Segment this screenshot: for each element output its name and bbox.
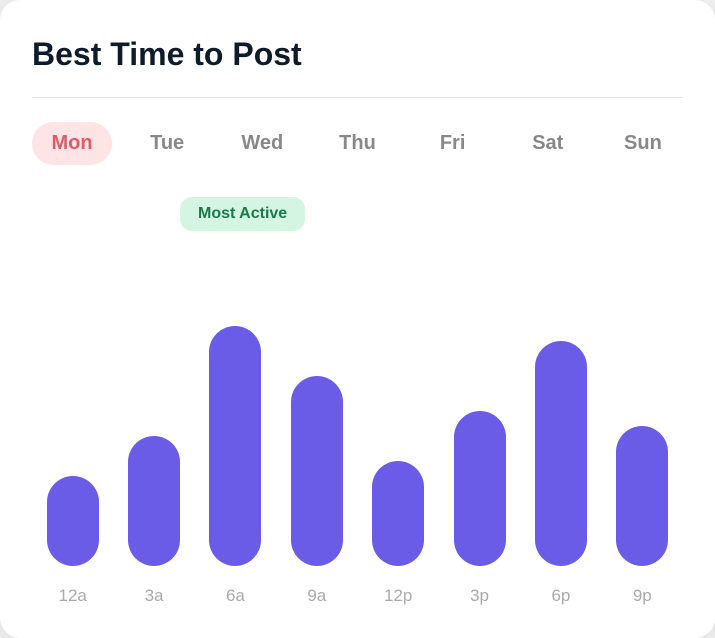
most-active-badge: Most Active	[180, 197, 305, 231]
bar-col-9p	[602, 426, 683, 566]
time-label-6p: 6p	[520, 586, 601, 606]
time-label-6a: 6a	[195, 586, 276, 606]
bar-6a	[209, 326, 261, 566]
bar-col-6p	[520, 341, 601, 566]
chart-area: Most Active 12a3a6a9a12p3p6p9p	[32, 197, 683, 606]
time-label-3a: 3a	[113, 586, 194, 606]
day-tab-wed[interactable]: Wed	[222, 122, 302, 165]
bar-9p	[616, 426, 668, 566]
time-labels: 12a3a6a9a12p3p6p9p	[32, 586, 683, 606]
day-tab-tue[interactable]: Tue	[127, 122, 207, 165]
day-tab-sun[interactable]: Sun	[603, 122, 683, 165]
bar-3p	[454, 411, 506, 566]
bar-9a	[291, 376, 343, 566]
bar-col-3p	[439, 411, 520, 566]
bar-12p	[372, 461, 424, 566]
day-tab-mon[interactable]: Mon	[32, 122, 112, 165]
time-label-12a: 12a	[32, 586, 113, 606]
divider	[32, 97, 683, 98]
bar-col-12a	[32, 476, 113, 566]
bar-3a	[128, 436, 180, 566]
time-label-9a: 9a	[276, 586, 357, 606]
bar-col-12p	[358, 461, 439, 566]
day-tab-thu[interactable]: Thu	[317, 122, 397, 165]
days-row: Mon Tue Wed Thu Fri Sat Sun	[32, 122, 683, 165]
time-label-3p: 3p	[439, 586, 520, 606]
bar-6p	[535, 341, 587, 566]
time-label-12p: 12p	[358, 586, 439, 606]
bar-12a	[47, 476, 99, 566]
page-title: Best Time to Post	[32, 36, 683, 73]
bar-col-3a	[113, 436, 194, 566]
bar-col-6a	[195, 326, 276, 566]
best-time-card: Best Time to Post MonTueWedThuFriSatSun …	[0, 0, 715, 638]
day-tab-fri[interactable]: Fri	[413, 122, 493, 165]
bars-container	[32, 197, 683, 574]
bar-col-9a	[276, 376, 357, 566]
day-tab-sat[interactable]: Sat	[508, 122, 588, 165]
time-label-9p: 9p	[602, 586, 683, 606]
